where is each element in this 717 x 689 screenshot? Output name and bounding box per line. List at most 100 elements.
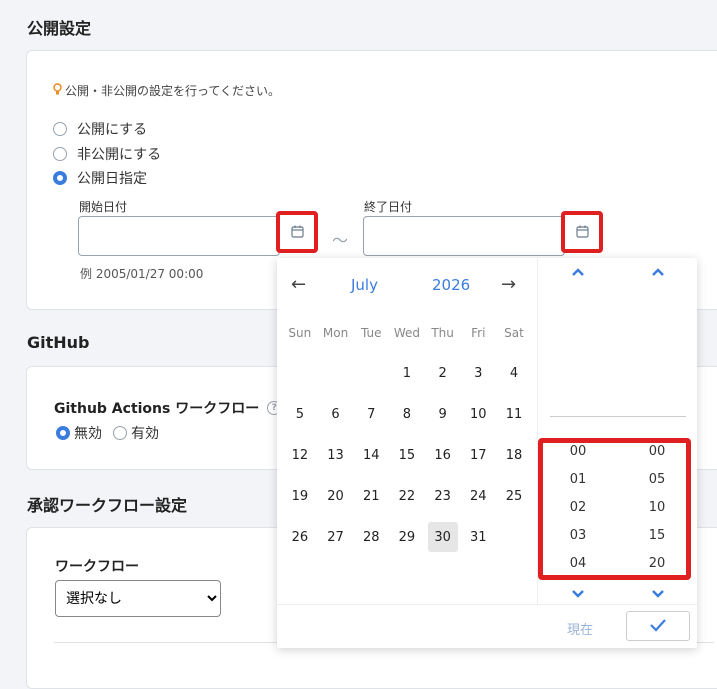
radio-github-disabled[interactable]: 無効 [56, 423, 102, 443]
time-selector: 00 01 02 03 04 00 05 10 15 20 [537, 258, 698, 604]
calendar-empty-cell [499, 522, 529, 552]
time-separator [550, 416, 686, 417]
year-label[interactable]: 2026 [432, 276, 470, 294]
github-workflow-row: Github Actions ワークフロー ? [54, 398, 282, 418]
calendar-day[interactable]: 21 [356, 481, 386, 511]
calendar-day[interactable]: 9 [428, 399, 458, 429]
calendar-day[interactable]: 4 [499, 358, 529, 388]
minute-option[interactable]: 05 [642, 472, 672, 487]
calendar-day[interactable]: 8 [392, 399, 422, 429]
radio-scheduled[interactable]: 公開日指定 [53, 168, 147, 188]
picker-footer: 現在 [277, 604, 697, 649]
end-date-label: 終了日付 [364, 200, 413, 214]
end-date-calendar-button[interactable] [561, 211, 603, 253]
hour-option[interactable]: 00 [563, 444, 593, 459]
calendar-day[interactable]: 10 [463, 399, 493, 429]
calendar-day[interactable]: 3 [463, 358, 493, 388]
calendar-day[interactable]: 31 [463, 522, 493, 552]
date-example: 例 2005/01/27 00:00 [80, 267, 204, 281]
calendar-days: 1 2 3 4 5 6 7 8 9 10 11 12 13 14 15 16 17 18 19 20 21 22 23 24 2… [282, 358, 532, 563]
calendar-day[interactable]: 12 [285, 440, 315, 470]
radio-private[interactable]: 非公開にする [53, 144, 161, 164]
start-date-calendar-button[interactable] [276, 211, 318, 253]
datetime-picker: ← July 2026 → Sun Mon Tue Wed Thu Fri Sa… [277, 258, 697, 648]
prev-month-arrow-icon[interactable]: ← [291, 274, 306, 295]
calendar-day[interactable]: 2 [428, 358, 458, 388]
hour-option[interactable]: 04 [563, 556, 593, 571]
checkmark-icon [649, 617, 667, 636]
calendar-day[interactable]: 5 [285, 399, 315, 429]
hour-option[interactable]: 02 [563, 500, 593, 515]
calendar-day[interactable]: 28 [356, 522, 386, 552]
minute-option[interactable]: 10 [642, 500, 672, 515]
calendar-day[interactable]: 18 [499, 440, 529, 470]
radio-github-enabled-label: 有効 [131, 426, 159, 442]
calendar-day[interactable]: 25 [499, 481, 529, 511]
radio-circle[interactable] [53, 122, 67, 136]
minute-option[interactable]: 00 [642, 444, 672, 459]
minute-option[interactable]: 15 [642, 528, 672, 543]
calendar-week: 1234 [282, 358, 532, 399]
calendar-day[interactable]: 14 [356, 440, 386, 470]
radio-circle-selected[interactable] [53, 171, 67, 185]
approval-workflow-select[interactable]: 選択なし [55, 580, 221, 617]
start-date-input[interactable] [78, 216, 280, 256]
now-button[interactable]: 現在 [567, 619, 593, 638]
start-date-label: 開始日付 [79, 200, 128, 214]
minute-up-chevron-icon[interactable] [650, 264, 666, 280]
calendar-day[interactable]: 13 [321, 440, 351, 470]
calendar-week: 26 27 28 29 30 31 [282, 522, 532, 563]
calendar-day[interactable]: 11 [499, 399, 529, 429]
weekday-header: Sun Mon Tue Wed Thu Fri Sat [282, 326, 532, 340]
calendar-day[interactable]: 29 [392, 522, 422, 552]
github-section-title: GitHub [27, 333, 90, 352]
range-tilde: ～ [332, 231, 349, 250]
minute-option[interactable]: 20 [642, 556, 672, 571]
calendar-day[interactable]: 30 [427, 522, 458, 552]
calendar-week: 12 13 14 15 16 17 18 [282, 440, 532, 481]
calendar-day[interactable]: 6 [321, 399, 351, 429]
publish-hint: 公開・非公開の設定を行ってください。 [53, 82, 280, 99]
calendar-day[interactable]: 22 [392, 481, 422, 511]
calendar-day[interactable]: 7 [356, 399, 386, 429]
calendar-week: 19 20 21 22 23 24 25 [282, 481, 532, 522]
approval-workflow-label: ワークフロー [55, 559, 139, 575]
calendar-day[interactable]: 16 [428, 440, 458, 470]
confirm-button[interactable] [626, 611, 690, 641]
lightbulb-icon [53, 82, 62, 99]
approval-section-title: 承認ワークフロー設定 [27, 496, 188, 515]
calendar-day[interactable]: 15 [392, 440, 422, 470]
radio-circle[interactable] [113, 426, 127, 440]
calendar-day[interactable]: 24 [463, 481, 493, 511]
radio-private-label: 非公開にする [77, 147, 162, 163]
calendar-day[interactable]: 20 [321, 481, 351, 511]
hour-option[interactable]: 01 [563, 472, 593, 487]
hour-down-chevron-icon[interactable] [570, 586, 586, 602]
weekday-label: Mon [322, 326, 349, 340]
radio-circle[interactable] [53, 147, 67, 161]
minute-down-chevron-icon[interactable] [650, 586, 666, 602]
calendar-empty-cell [356, 358, 386, 388]
weekday-label: Sat [504, 326, 524, 340]
calendar-day[interactable]: 17 [463, 440, 493, 470]
publish-section-title: 公開設定 [27, 19, 92, 38]
weekday-label: Thu [431, 326, 454, 340]
month-label[interactable]: July [351, 276, 378, 294]
calendar-day[interactable]: 1 [392, 358, 422, 388]
calendar-day[interactable]: 26 [285, 522, 315, 552]
radio-github-disabled-label: 無効 [74, 426, 102, 442]
hour-up-chevron-icon[interactable] [570, 264, 586, 280]
radio-circle-selected[interactable] [56, 426, 70, 440]
radio-github-enabled[interactable]: 有効 [113, 423, 159, 443]
radio-public-label: 公開にする [77, 122, 148, 138]
calendar-icon [575, 223, 589, 242]
hour-option[interactable]: 03 [563, 528, 593, 543]
calendar-day[interactable]: 19 [285, 481, 315, 511]
calendar-day[interactable]: 27 [321, 522, 351, 552]
calendar-day[interactable]: 23 [428, 481, 458, 511]
next-month-arrow-icon[interactable]: → [501, 274, 516, 295]
weekday-label: Sun [288, 326, 312, 340]
radio-public[interactable]: 公開にする [53, 119, 147, 139]
calendar-empty-cell [285, 358, 315, 388]
end-date-input[interactable] [363, 216, 565, 256]
